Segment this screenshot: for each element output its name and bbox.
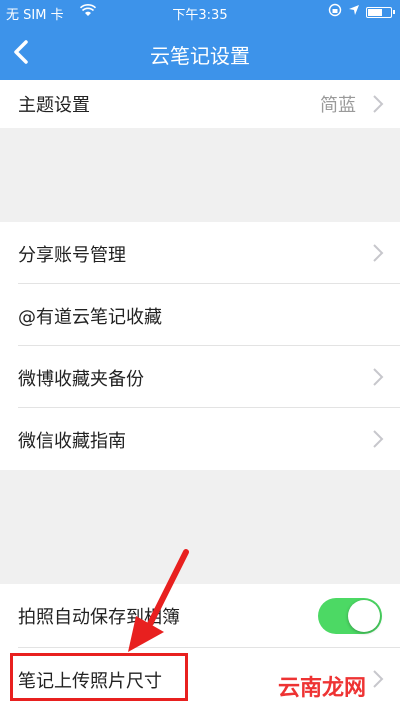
row-value: 简蓝	[320, 95, 356, 116]
settings-row-weibo-backup[interactable]: 微博收藏夹备份	[0, 346, 400, 408]
row-label: @有道云笔记收藏	[18, 307, 162, 328]
page-title: 云笔记设置	[150, 44, 250, 68]
row-label: 微博收藏夹备份	[18, 369, 144, 390]
battery-icon	[366, 6, 395, 18]
settings-row-youdao-favorites[interactable]: @有道云笔记收藏	[0, 284, 400, 346]
settings-row-share-accounts[interactable]: 分享账号管理	[0, 222, 400, 284]
settings-row-theme[interactable]: 主题设置 简蓝	[0, 80, 400, 128]
row-label: 主题设置	[18, 95, 90, 116]
nav-bar: 云笔记设置	[0, 25, 400, 80]
row-label: 分享账号管理	[18, 245, 126, 266]
settings-row-auto-save-photos: 拍照自动保存到相簿	[0, 584, 400, 648]
rotation-lock-icon	[328, 3, 342, 21]
location-icon	[348, 4, 360, 20]
chevron-right-icon	[373, 95, 384, 113]
annotation-arrow-icon	[128, 549, 189, 652]
settings-row-wechat-guide[interactable]: 微信收藏指南	[0, 408, 400, 470]
toggle-knob	[348, 600, 380, 632]
chevron-right-icon	[373, 430, 384, 448]
chevron-right-icon	[373, 368, 384, 386]
auto-save-toggle[interactable]	[318, 598, 382, 634]
row-label: 微信收藏指南	[18, 431, 126, 452]
status-bar: 无 SIM 卡 下午3:35	[0, 0, 400, 25]
watermark: 云南龙网	[277, 675, 366, 701]
chevron-right-icon	[373, 670, 384, 688]
annotation-highlight-box	[10, 653, 188, 701]
chevron-right-icon	[373, 244, 384, 262]
